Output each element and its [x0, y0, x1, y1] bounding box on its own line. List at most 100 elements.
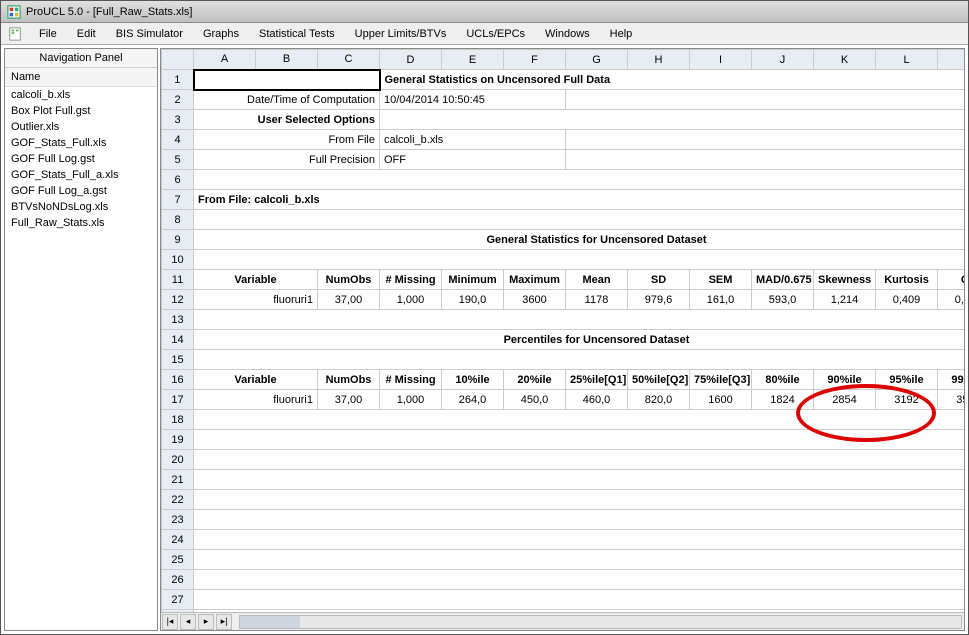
cell[interactable]: # Missing [380, 270, 442, 290]
nav-item[interactable]: GOF Full Log.gst [5, 151, 157, 167]
cell[interactable]: SEM [690, 270, 752, 290]
cell[interactable]: User Selected Options [194, 110, 380, 130]
col-header[interactable]: G [566, 50, 628, 70]
tab-nav-prev-icon[interactable]: ◂ [180, 614, 196, 630]
cell[interactable]: 460,0 [566, 390, 628, 410]
cell[interactable]: 10%ile [442, 370, 504, 390]
cell[interactable]: Mean [566, 270, 628, 290]
row-header[interactable]: 7 [162, 190, 194, 210]
cell[interactable] [194, 510, 965, 530]
cell[interactable]: 0,409 [876, 290, 938, 310]
col-header[interactable]: B [256, 50, 318, 70]
scroll-thumb[interactable] [240, 616, 300, 628]
cell[interactable]: 3600 [504, 290, 566, 310]
cell[interactable]: Full Precision [194, 150, 380, 170]
cell[interactable] [194, 170, 965, 190]
cell[interactable]: 1,000 [380, 390, 442, 410]
row-header[interactable]: 1 [162, 70, 194, 90]
nav-item[interactable]: Full_Raw_Stats.xls [5, 215, 157, 231]
col-header[interactable]: L [876, 50, 938, 70]
cell[interactable]: 264,0 [442, 390, 504, 410]
cell[interactable]: Variable [194, 270, 318, 290]
row-header[interactable]: 23 [162, 510, 194, 530]
cell[interactable]: From File [194, 130, 380, 150]
cell[interactable]: fluoruri1 [194, 390, 318, 410]
row-header[interactable]: 16 [162, 370, 194, 390]
cell[interactable]: 1178 [566, 290, 628, 310]
corner-cell[interactable] [162, 50, 194, 70]
cell[interactable]: # Missing [380, 370, 442, 390]
cell[interactable]: 1,214 [814, 290, 876, 310]
cell[interactable] [194, 310, 965, 330]
menu-windows[interactable]: Windows [535, 25, 600, 43]
cell-selected[interactable] [194, 70, 380, 90]
cell[interactable] [194, 210, 965, 230]
row-header[interactable]: 14 [162, 330, 194, 350]
menu-file[interactable]: File [29, 25, 67, 43]
tab-nav-last-icon[interactable]: ▸| [216, 614, 232, 630]
cell[interactable]: 95%ile [876, 370, 938, 390]
col-header[interactable]: K [814, 50, 876, 70]
cell[interactable]: 0,831 [938, 290, 965, 310]
col-header[interactable]: J [752, 50, 814, 70]
cell[interactable]: 190,0 [442, 290, 504, 310]
cell[interactable]: 10/04/2014 10:50:45 [380, 90, 566, 110]
cell[interactable]: 820,0 [628, 390, 690, 410]
cell[interactable]: General Statistics on Uncensored Full Da… [380, 70, 965, 90]
cell[interactable]: 90%ile [814, 370, 876, 390]
row-header[interactable]: 10 [162, 250, 194, 270]
cell[interactable]: 2854 [814, 390, 876, 410]
nav-item[interactable]: BTVsNoNDsLog.xls [5, 199, 157, 215]
cell[interactable]: Kurtosis [876, 270, 938, 290]
col-header[interactable]: M [938, 50, 965, 70]
cell[interactable]: 99%ile [938, 370, 965, 390]
cell[interactable]: 37,00 [318, 290, 380, 310]
spreadsheet-grid[interactable]: A B C D E F G H I J K L M 1General [161, 49, 964, 612]
cell[interactable] [194, 450, 965, 470]
col-header[interactable]: E [442, 50, 504, 70]
nav-item[interactable]: GOF_Stats_Full.xls [5, 135, 157, 151]
cell[interactable] [194, 590, 965, 610]
menu-upper[interactable]: Upper Limits/BTVs [345, 25, 457, 43]
nav-item[interactable]: calcoli_b.xls [5, 87, 157, 103]
cell[interactable]: 593,0 [752, 290, 814, 310]
cell[interactable] [194, 430, 965, 450]
cell[interactable] [566, 150, 965, 170]
nav-item[interactable]: Outlier.xls [5, 119, 157, 135]
cell[interactable]: 20%ile [504, 370, 566, 390]
cell[interactable]: Skewness [814, 270, 876, 290]
cell[interactable]: Date/Time of Computation [194, 90, 380, 110]
grid-wrap[interactable]: A B C D E F G H I J K L M 1General [161, 49, 964, 612]
col-header[interactable]: A [194, 50, 256, 70]
row-header[interactable]: 11 [162, 270, 194, 290]
menu-graphs[interactable]: Graphs [193, 25, 249, 43]
cell[interactable]: 50%ile[Q2] [628, 370, 690, 390]
cell[interactable] [194, 570, 965, 590]
row-header[interactable]: 19 [162, 430, 194, 450]
cell[interactable]: 80%ile [752, 370, 814, 390]
col-header[interactable]: H [628, 50, 690, 70]
menu-help[interactable]: Help [600, 25, 643, 43]
cell[interactable]: NumObs [318, 270, 380, 290]
cell[interactable]: 1600 [690, 390, 752, 410]
cell[interactable]: General Statistics for Uncensored Datase… [194, 230, 965, 250]
cell[interactable]: SD [628, 270, 690, 290]
cell[interactable]: fluoruri1 [194, 290, 318, 310]
cell[interactable]: 450,0 [504, 390, 566, 410]
row-header[interactable]: 24 [162, 530, 194, 550]
col-header[interactable]: D [380, 50, 442, 70]
cell[interactable]: Variable [194, 370, 318, 390]
cell[interactable]: 75%ile[Q3] [690, 370, 752, 390]
row-header[interactable]: 18 [162, 410, 194, 430]
menu-edit[interactable]: Edit [67, 25, 106, 43]
cell[interactable]: 1,000 [380, 290, 442, 310]
nav-item[interactable]: Box Plot Full.gst [5, 103, 157, 119]
row-header[interactable]: 9 [162, 230, 194, 250]
cell[interactable] [194, 350, 965, 370]
cell[interactable]: MAD/0.675 [752, 270, 814, 290]
cell[interactable] [194, 490, 965, 510]
cell[interactable]: 161,0 [690, 290, 752, 310]
cell[interactable]: Minimum [442, 270, 504, 290]
cell[interactable] [194, 250, 965, 270]
row-header[interactable]: 13 [162, 310, 194, 330]
